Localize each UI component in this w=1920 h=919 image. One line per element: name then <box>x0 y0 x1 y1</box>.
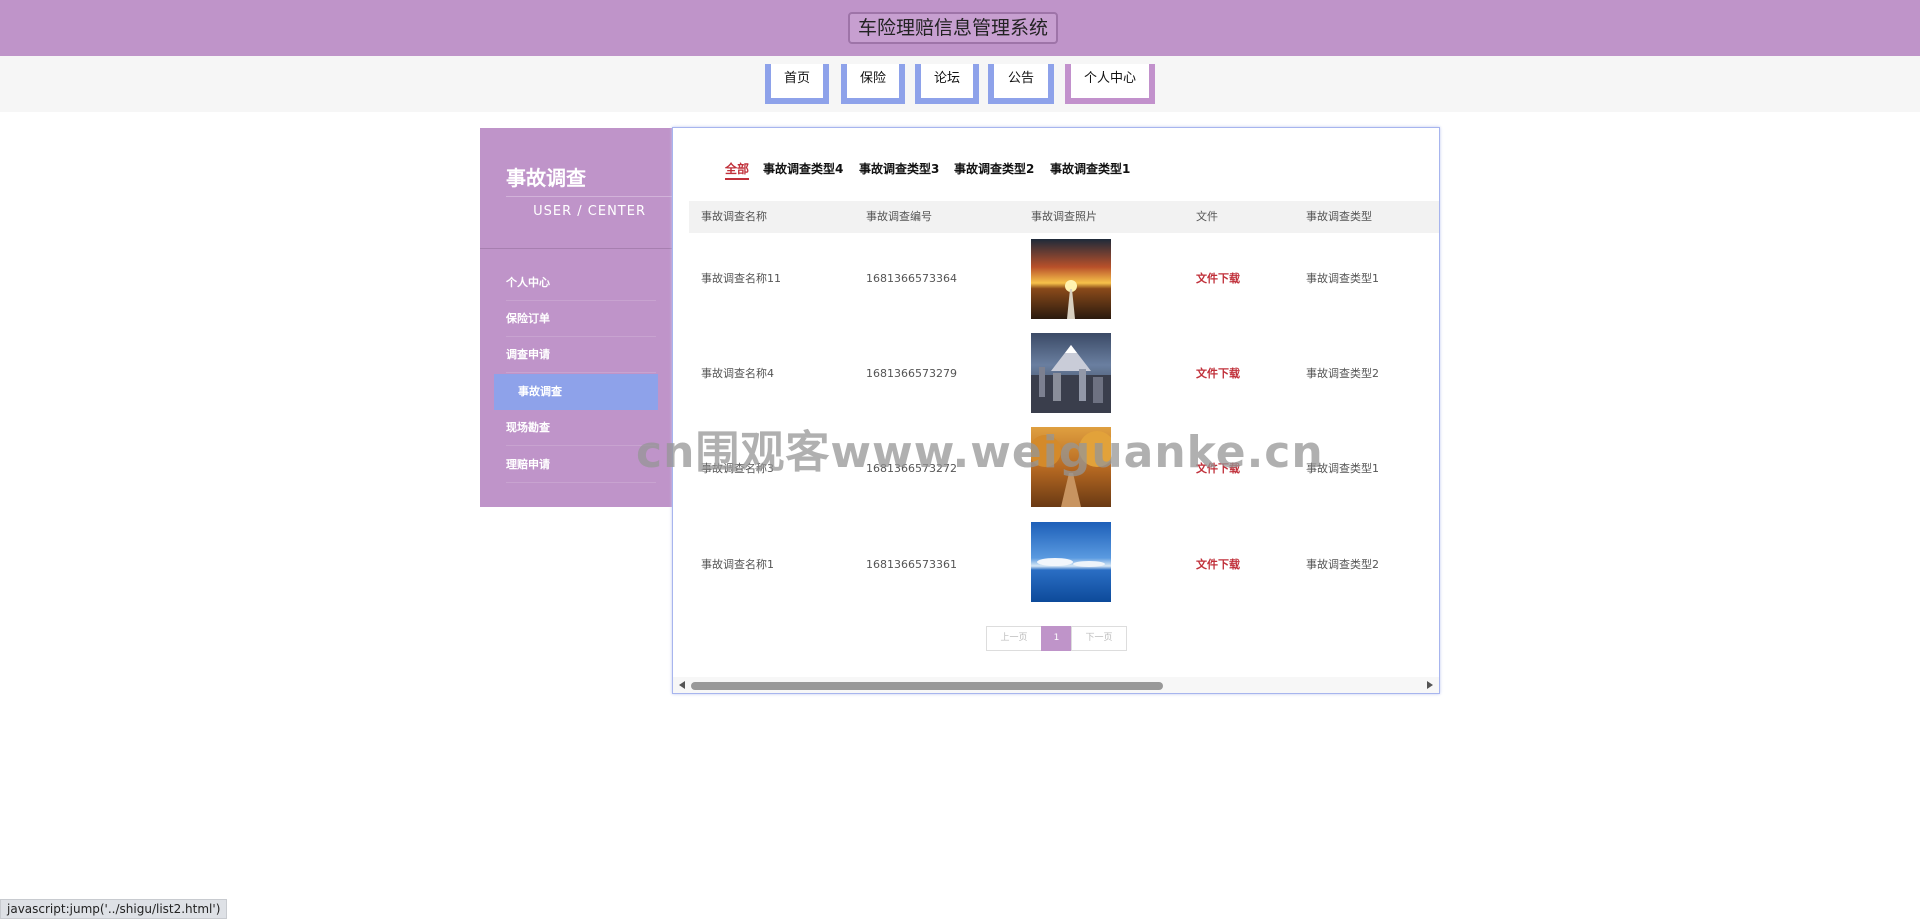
accident-code: 1681366573279 <box>866 367 957 380</box>
sidebar-title: 事故调查 <box>506 166 586 190</box>
column-header-file: 文件 <box>1196 210 1218 223</box>
filter-type3[interactable]: 事故调查类型3 <box>859 160 939 177</box>
city-mountain-photo[interactable] <box>1031 333 1111 413</box>
browser-status-bar: javascript:jump('../shigu/list2.html') <box>0 899 228 919</box>
sidebar-subtitle: USER / CENTER <box>533 204 646 219</box>
column-header-photo: 事故调查照片 <box>1031 210 1097 223</box>
ocean-sky-photo[interactable] <box>1031 522 1111 602</box>
pagination-page-1[interactable]: 1 <box>1041 626 1072 651</box>
accident-code: 1681366573272 <box>866 462 957 475</box>
accident-type: 事故调查类型2 <box>1306 558 1379 571</box>
accident-name: 事故调查名称3 <box>701 462 774 475</box>
sidebar-item-site-survey[interactable]: 现场勘查 <box>506 410 656 446</box>
sidebar-item-claim-request[interactable]: 理赔申请 <box>506 447 656 483</box>
nav-notice[interactable]: 公告 <box>988 64 1054 104</box>
file-download-link[interactable]: 文件下载 <box>1196 272 1240 286</box>
accident-type: 事故调查类型1 <box>1306 462 1379 475</box>
table-row: 事故调查名称11 1681366573364 文件下载 事故调查类型1 <box>689 239 1439 333</box>
nav-insurance[interactable]: 保险 <box>841 64 905 104</box>
column-header-name: 事故调查名称 <box>701 210 767 223</box>
divider <box>506 196 672 197</box>
column-header-code: 事故调查编号 <box>866 210 932 223</box>
table-row: 事故调查名称3 1681366573272 文件下载 事故调查类型1 <box>689 427 1439 521</box>
scrollbar-thumb[interactable] <box>691 682 1163 690</box>
sidebar-item-user-center[interactable]: 个人中心 <box>506 265 656 301</box>
sidebar-item-accident-investigation[interactable]: 事故调查 <box>494 374 658 410</box>
pagination-prev-button[interactable]: 上一页 <box>986 626 1042 651</box>
filter-type2[interactable]: 事故调查类型2 <box>954 160 1034 177</box>
horizontal-scrollbar[interactable] <box>673 677 1439 693</box>
autumn-path-photo[interactable] <box>1031 427 1111 507</box>
sidebar-item-insurance-orders[interactable]: 保险订单 <box>506 301 656 337</box>
top-navbar: 首页 保险 论坛 公告 个人中心 <box>0 56 1920 112</box>
accident-type: 事故调查类型1 <box>1306 272 1379 285</box>
accident-code: 1681366573364 <box>866 272 957 285</box>
sidebar-item-investigation-request[interactable]: 调查申请 <box>506 337 656 373</box>
accident-name: 事故调查名称4 <box>701 367 774 380</box>
nav-user-center[interactable]: 个人中心 <box>1065 64 1155 104</box>
accident-name: 事故调查名称11 <box>701 272 781 285</box>
file-download-link[interactable]: 文件下载 <box>1196 367 1240 381</box>
header: 车险理赔信息管理系统 <box>0 0 1920 56</box>
filter-all[interactable]: 全部 <box>725 160 750 180</box>
nav-forum[interactable]: 论坛 <box>915 64 979 104</box>
table-row: 事故调查名称4 1681366573279 文件下载 事故调查类型2 <box>689 333 1439 427</box>
column-header-type: 事故调查类型 <box>1306 210 1372 223</box>
sunset-road-photo[interactable] <box>1031 239 1111 319</box>
table-header: 事故调查名称 事故调查编号 事故调查照片 文件 事故调查类型 <box>689 201 1439 233</box>
divider <box>480 248 672 249</box>
file-download-link[interactable]: 文件下载 <box>1196 462 1240 476</box>
sidebar: 事故调查 USER / CENTER 个人中心 保险订单 调查申请 事故调查 现… <box>480 128 672 507</box>
site-title: 车险理赔信息管理系统 <box>848 12 1058 44</box>
content-panel: 全部 事故调查类型4 事故调查类型3 事故调查类型2 事故调查类型1 事故调查名… <box>672 127 1440 694</box>
accident-name: 事故调查名称1 <box>701 558 774 571</box>
pagination-next-button[interactable]: 下一页 <box>1071 626 1127 651</box>
filter-type1[interactable]: 事故调查类型1 <box>1050 160 1130 177</box>
accident-code: 1681366573361 <box>866 558 957 571</box>
file-download-link[interactable]: 文件下载 <box>1196 558 1240 572</box>
scroll-left-arrow-icon[interactable] <box>679 681 685 689</box>
scroll-right-arrow-icon[interactable] <box>1427 681 1433 689</box>
accident-type: 事故调查类型2 <box>1306 367 1379 380</box>
table-row: 事故调查名称1 1681366573361 文件下载 事故调查类型2 <box>689 522 1439 616</box>
filter-type4[interactable]: 事故调查类型4 <box>763 160 843 177</box>
nav-home[interactable]: 首页 <box>765 64 829 104</box>
